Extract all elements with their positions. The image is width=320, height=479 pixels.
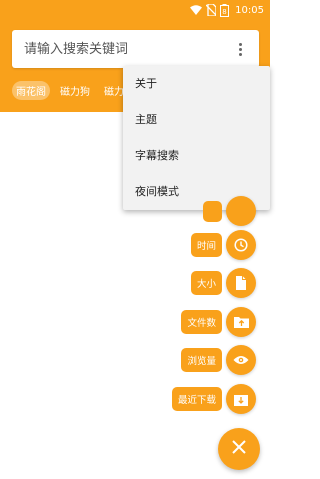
overflow-menu: 关于 主题 字幕搜索 夜间模式 — [123, 66, 270, 210]
sort-size-row: 大小 — [190, 268, 256, 298]
sort-file-count-label[interactable]: 文件数 — [181, 310, 222, 334]
sort-recent-download-row: 最近下载 — [171, 384, 256, 414]
menu-item-theme[interactable]: 主题 — [123, 102, 270, 138]
battery-level: 8 — [222, 8, 226, 16]
sort-time-label[interactable]: 时间 — [190, 233, 222, 257]
source-tabs: 雨花阁 磁力狗 磁力猫 — [12, 80, 138, 100]
battery-icon: 8 — [220, 3, 230, 17]
sort-time-row: 时间 — [190, 230, 256, 260]
fab-mini-hidden[interactable] — [226, 196, 256, 226]
file-icon[interactable] — [226, 268, 256, 298]
search-input[interactable] — [24, 39, 224, 59]
wifi-icon — [190, 5, 203, 15]
download-box-icon[interactable] — [226, 384, 256, 414]
status-bar: 8 10:05 — [0, 0, 270, 20]
sort-views-row: 浏览量 — [181, 345, 256, 375]
menu-item-subtitle-search[interactable]: 字幕搜索 — [123, 138, 270, 174]
clock-icon[interactable] — [226, 230, 256, 260]
close-icon — [231, 439, 247, 459]
search-box — [12, 30, 259, 68]
sort-size-label[interactable]: 大小 — [190, 271, 222, 295]
folder-upload-icon[interactable] — [226, 307, 256, 337]
source-tab-cililigou[interactable]: 磁力狗 — [56, 81, 94, 100]
sort-file-count-row: 文件数 — [181, 307, 256, 337]
fab-row-hidden — [202, 196, 256, 226]
menu-item-about[interactable]: 关于 — [123, 66, 270, 102]
no-sim-icon — [206, 4, 217, 16]
status-icons: 8 10:05 — [190, 3, 264, 17]
sort-recent-download-label[interactable]: 最近下载 — [171, 387, 222, 411]
source-tab-yuhuage[interactable]: 雨花阁 — [12, 80, 50, 100]
status-clock: 10:05 — [235, 4, 264, 16]
close-fab[interactable] — [218, 428, 260, 470]
fab-label-hidden — [202, 200, 222, 222]
eye-icon[interactable] — [226, 345, 256, 375]
more-options-icon[interactable] — [231, 40, 249, 58]
sort-views-label[interactable]: 浏览量 — [181, 348, 222, 372]
